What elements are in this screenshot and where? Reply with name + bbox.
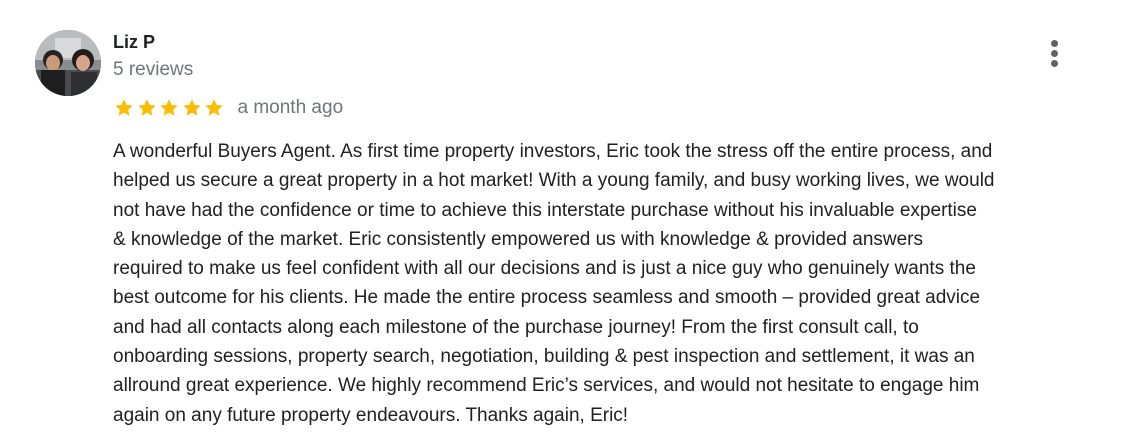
review-text: A wonderful Buyers Agent. As first time … bbox=[113, 137, 1118, 430]
review-text-line: not have had the confidence or time to a… bbox=[113, 199, 977, 221]
more-options-button[interactable] bbox=[1040, 36, 1070, 72]
star-icon bbox=[137, 99, 156, 116]
more-vert-icon bbox=[1051, 60, 1058, 67]
reviewer-name[interactable]: Liz P bbox=[113, 31, 155, 53]
more-vert-icon bbox=[1051, 50, 1058, 57]
review-text-line: best outcome for his clients. He made th… bbox=[113, 287, 981, 309]
review-text-line: onboarding sessions, property search, ne… bbox=[113, 346, 975, 368]
review-text-line: A wonderful Buyers Agent. As first time … bbox=[113, 141, 993, 162]
review-date: a month ago bbox=[237, 97, 344, 118]
review-count[interactable]: 5 reviews bbox=[113, 58, 193, 82]
avatar-photo bbox=[35, 30, 101, 96]
review-text-line: and had all contacts along each mileston… bbox=[113, 316, 919, 338]
more-vert-icon bbox=[1051, 40, 1058, 47]
review-card: Liz P 5 reviews a month ago A wonderful … bbox=[0, 0, 1131, 448]
rating-row: a month ago bbox=[113, 95, 343, 121]
review-text-line: allround great experience. We highly rec… bbox=[113, 375, 980, 397]
star-icon bbox=[115, 99, 133, 116]
review-text-line: helped us secure a great property in a h… bbox=[113, 170, 995, 192]
avatar[interactable] bbox=[35, 30, 101, 96]
star-icon bbox=[160, 99, 178, 116]
review-text-line: & knowledge of the market. Eric consiste… bbox=[113, 228, 924, 250]
star-rating bbox=[113, 97, 226, 119]
star-icon bbox=[205, 99, 223, 116]
review-text-line: required to make us feel confident with … bbox=[113, 258, 976, 280]
review-text-line: again on any future property endeavours.… bbox=[113, 404, 629, 426]
star-icon bbox=[182, 99, 201, 116]
